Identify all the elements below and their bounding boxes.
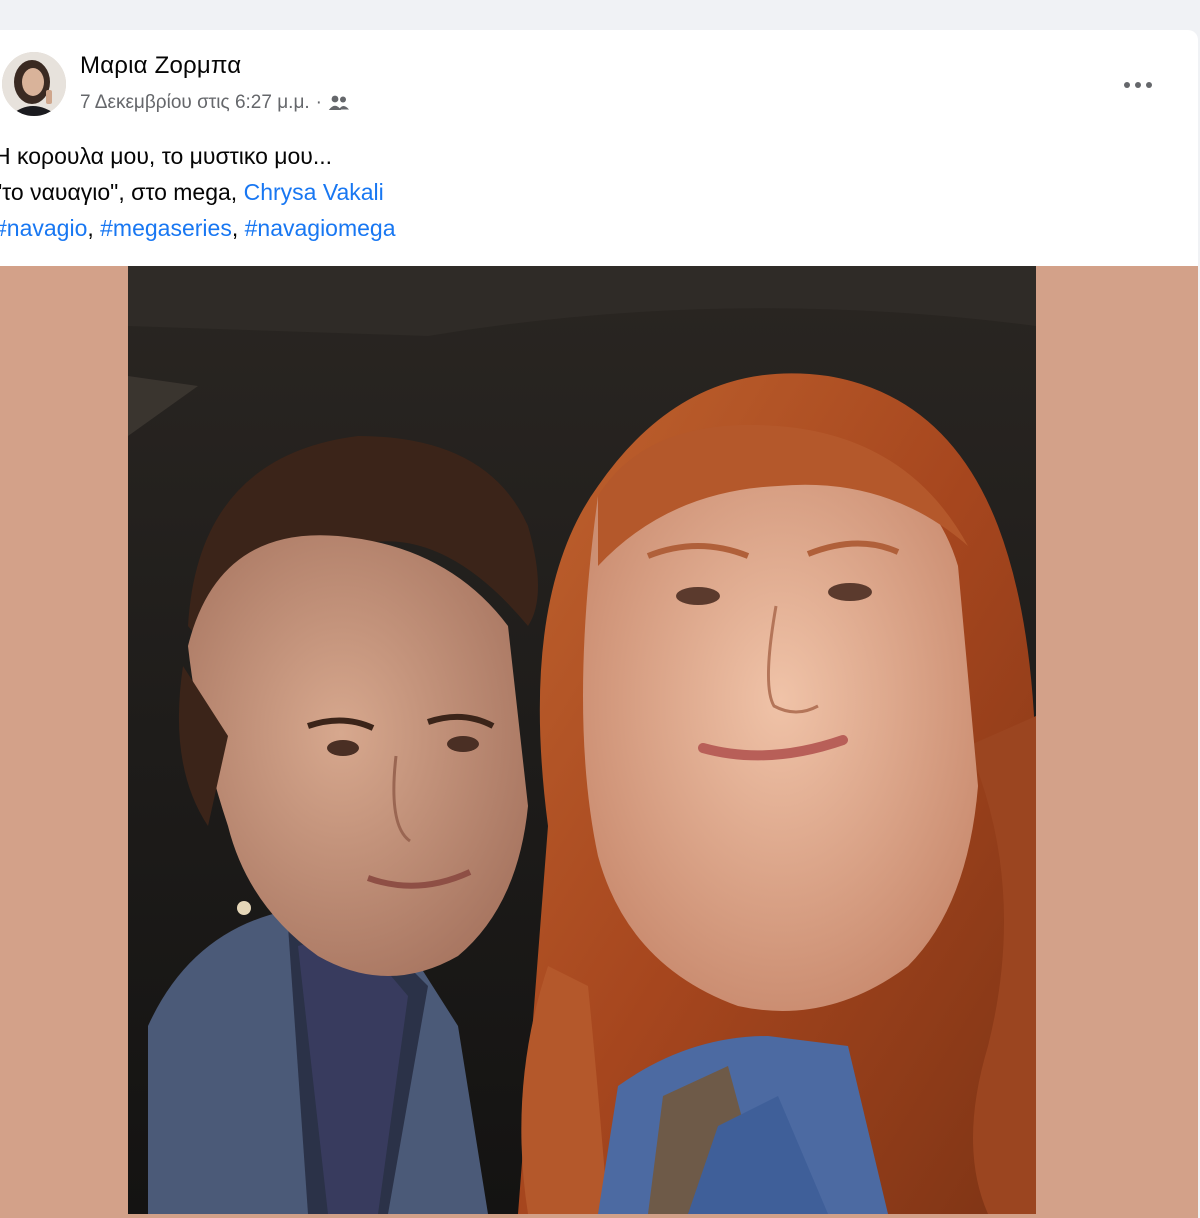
friends-icon[interactable] [328, 94, 350, 112]
post-timestamp[interactable]: 7 Δεκεμβρίου στις 6:27 μ.μ. [80, 92, 310, 114]
feed-background [0, 0, 1200, 30]
hashtag-link[interactable]: #navagio [0, 215, 87, 241]
post-text-line-2: "το ναυαγιο", στο mega, Chrysa Vakali [0, 174, 1180, 210]
hashtag-separator: , [87, 215, 101, 241]
hashtag-separator: , [231, 215, 245, 241]
post-card: Μαρια Ζορμπα 7 Δεκεμβρίου στις 6:27 μ.μ.… [0, 30, 1198, 1218]
hashtags-line: #navagio, #megaseries, #navagiomega [0, 210, 1180, 246]
author-avatar[interactable] [2, 52, 66, 116]
post-text-line-2-prefix: "το ναυαγιο", στο mega, [0, 179, 238, 205]
hashtag-link[interactable]: #navagiomega [245, 215, 396, 241]
post-text: Η κορουλα μου, το μυστικο μου... "το ναυ… [0, 138, 1180, 246]
post-text-line-1: Η κορουλα μου, το μυστικο μου... [0, 143, 333, 169]
post-photo-container[interactable] [0, 266, 1198, 1218]
mention-link[interactable]: Chrysa Vakali [244, 179, 384, 205]
post-photo[interactable] [128, 266, 1036, 1214]
post-meta: 7 Δεκεμβρίου στις 6:27 μ.μ. · [80, 92, 350, 114]
avatar-portrait [2, 52, 66, 116]
hashtag-link[interactable]: #megaseries [100, 215, 232, 241]
meta-separator: · [315, 92, 322, 113]
selfie-photo-illustration [128, 266, 1036, 1214]
author-name[interactable]: Μαρια Ζορμπα [80, 52, 241, 80]
more-options-icon[interactable] [1114, 68, 1162, 102]
